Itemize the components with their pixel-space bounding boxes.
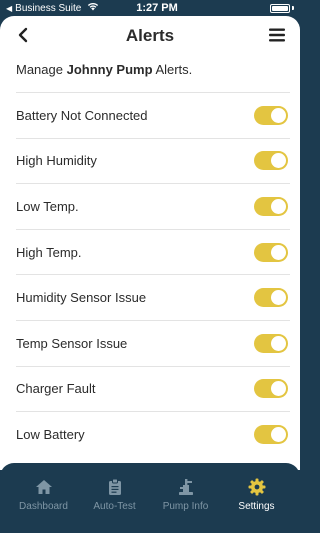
alert-label: Low Temp.: [16, 198, 79, 214]
status-time: 1:27 PM: [136, 2, 178, 14]
tab-label: Auto-Test: [93, 501, 136, 512]
alert-toggle-charger-fault[interactable]: [254, 379, 288, 399]
page-title: Alerts: [125, 26, 175, 45]
pump-name: Johnny Pump: [66, 62, 153, 77]
tab-pump-info[interactable]: Pump Info: [152, 477, 220, 533]
toggle-knob: [271, 290, 286, 306]
back-to-app-icon[interactable]: ◀: [6, 4, 12, 13]
carrier-label: Business Suite: [15, 2, 82, 14]
header: Alerts: [0, 16, 300, 56]
tab-bar: Dashboard Auto-Test Pump Info Settings: [0, 463, 300, 533]
hamburger-menu-icon: [269, 28, 285, 42]
alert-toggle-temp-sensor-issue[interactable]: [254, 333, 288, 353]
intro-suffix: Alerts.: [152, 62, 193, 77]
tab-label: Dashboard: [19, 501, 68, 512]
alert-toggle-battery-not-connected[interactable]: [254, 105, 288, 125]
status-left: ◀ Business Suite: [6, 2, 116, 14]
alert-label: Battery Not Connected: [16, 107, 148, 123]
alert-toggle-low-battery[interactable]: [254, 425, 288, 445]
alert-toggle-high-temp[interactable]: [254, 242, 288, 262]
battery-icon: [246, 3, 294, 13]
alert-row-humidity-sensor-issue: Humidity Sensor Issue: [16, 275, 290, 321]
tab-dashboard[interactable]: Dashboard: [10, 477, 78, 533]
toggle-knob: [271, 427, 286, 443]
home-icon: [35, 477, 53, 497]
alert-row-low-battery: Low Battery: [16, 412, 290, 458]
tab-settings[interactable]: Settings: [223, 477, 291, 533]
alert-label: High Temp.: [16, 244, 82, 260]
alert-toggle-high-humidity[interactable]: [254, 151, 288, 171]
alert-label: Temp Sensor Issue: [16, 335, 128, 351]
toggle-knob: [271, 244, 286, 260]
alert-row-high-humidity: High Humidity: [16, 139, 290, 185]
tab-auto-test[interactable]: Auto-Test: [81, 477, 149, 533]
alert-label: High Humidity: [16, 153, 97, 169]
intro-prefix: Manage: [16, 62, 67, 77]
clipboard-icon: [108, 477, 122, 497]
alerts-screen: Alerts Manage Johnny Pump Alerts. Batter…: [0, 16, 300, 470]
alert-label: Charger Fault: [16, 381, 96, 397]
alert-row-high-temp: High Temp.: [16, 230, 290, 276]
alert-row-low-temp: Low Temp.: [16, 184, 290, 230]
alert-toggle-low-temp[interactable]: [254, 196, 288, 216]
alert-list: Battery Not Connected High Humidity Low …: [16, 92, 290, 458]
toggle-knob: [271, 335, 286, 351]
alert-row-charger-fault: Charger Fault: [16, 367, 290, 413]
tab-label: Pump Info: [162, 501, 209, 512]
toggle-knob: [271, 198, 286, 214]
toggle-knob: [271, 107, 286, 123]
alert-toggle-humidity-sensor-issue[interactable]: [254, 288, 288, 308]
alert-label: Humidity Sensor Issue: [16, 290, 147, 306]
pump-icon: [177, 477, 195, 497]
wifi-icon: [87, 2, 99, 14]
toggle-knob: [271, 381, 286, 397]
alert-row-battery-not-connected: Battery Not Connected: [16, 93, 290, 139]
tab-label: Settings: [238, 501, 275, 512]
menu-button[interactable]: [266, 24, 288, 46]
intro-text: Manage Johnny Pump Alerts.: [0, 56, 300, 92]
toggle-knob: [271, 153, 286, 169]
gear-icon: [248, 477, 266, 497]
alert-row-temp-sensor-issue: Temp Sensor Issue: [16, 321, 290, 367]
alert-label: Low Battery: [16, 427, 85, 443]
status-bar: ◀ Business Suite 1:27 PM: [0, 0, 300, 16]
